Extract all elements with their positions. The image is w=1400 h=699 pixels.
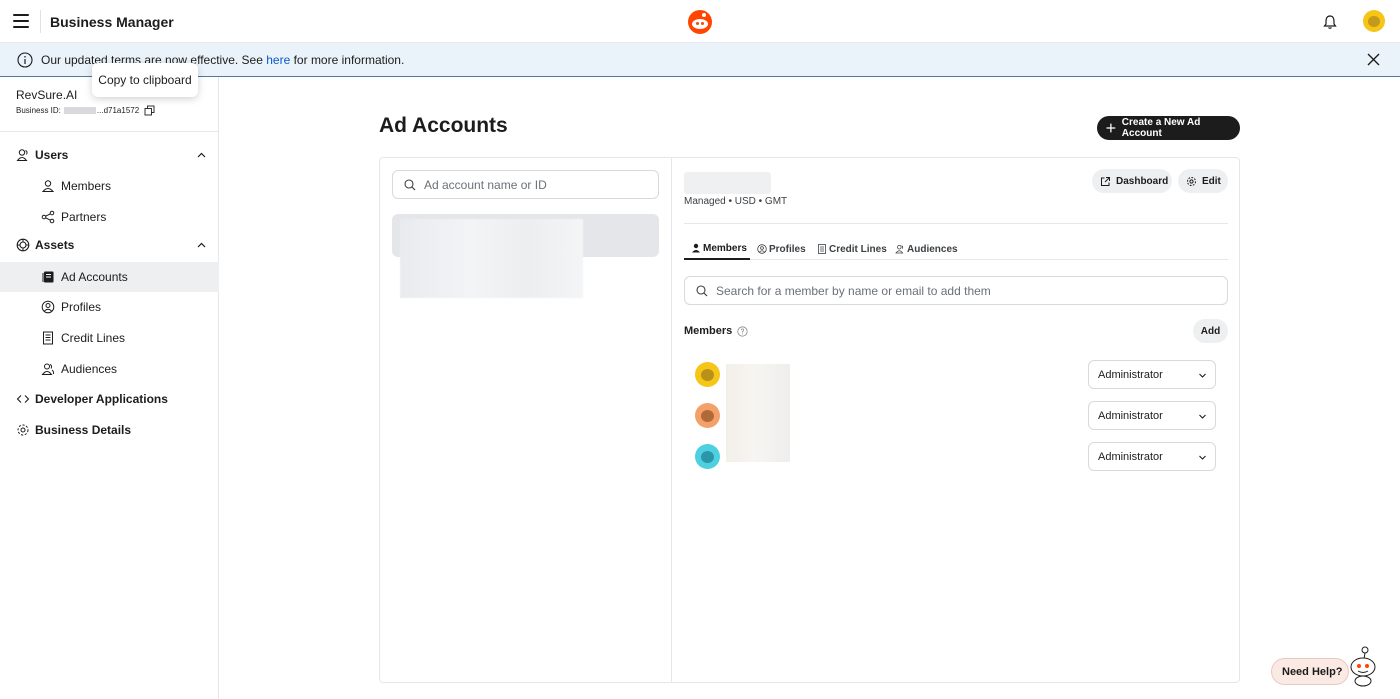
snoo-mascot-icon[interactable]	[1345, 645, 1379, 687]
sidebar-label: Partners	[61, 210, 107, 224]
sidebar-label: Members	[61, 179, 112, 193]
plus-icon	[1106, 123, 1116, 133]
sidebar-label: Assets	[35, 238, 75, 252]
sidebar-section-users[interactable]: Users	[0, 140, 219, 170]
sidebar-section-assets[interactable]: Assets	[0, 230, 219, 260]
sidebar-divider	[0, 131, 219, 132]
sidebar-label: Profiles	[61, 300, 102, 314]
sidebar: RevSure.AI Business ID: ...d71a1572 Users…	[0, 77, 219, 699]
create-ad-account-button[interactable]: Create a New Ad Account	[1097, 116, 1240, 140]
page-title: Ad Accounts	[379, 114, 508, 137]
credit-lines-icon	[43, 331, 53, 345]
close-icon[interactable]	[1366, 52, 1381, 67]
member-search-input[interactable]	[716, 283, 1196, 298]
sidebar-label: Users	[35, 148, 69, 162]
tab-credit-lines[interactable]: Credit Lines	[817, 238, 887, 260]
credit-lines-icon	[818, 244, 826, 254]
share-icon	[41, 210, 55, 224]
role-select[interactable]: Administrator	[1088, 442, 1216, 471]
sidebar-item-members[interactable]: Members	[0, 171, 219, 201]
search-icon	[404, 178, 416, 190]
dashboard-button[interactable]: Dashboard	[1092, 169, 1172, 193]
business-name: RevSure.AI	[16, 88, 78, 102]
terms-banner: Our updated terms are now effective. See…	[0, 43, 1400, 77]
tab-members[interactable]: Members	[684, 238, 750, 260]
gear-icon	[17, 424, 29, 436]
gear-icon	[1187, 176, 1196, 186]
edit-button[interactable]: Edit	[1178, 169, 1228, 193]
chevron-up-icon[interactable]	[196, 240, 207, 251]
sidebar-label: Business Details	[35, 423, 132, 437]
account-meta: Managed • USD • GMT	[684, 196, 788, 207]
external-link-icon	[1101, 176, 1110, 186]
detail-divider	[684, 223, 1228, 224]
notification-bell-icon[interactable]	[1322, 14, 1338, 30]
sidebar-label: Audiences	[61, 362, 118, 376]
add-member-button[interactable]: Add	[1193, 319, 1228, 343]
sidebar-label: Developer Applications	[35, 392, 168, 406]
redacted-member-names	[726, 364, 790, 462]
sidebar-label: Ad Accounts	[61, 270, 128, 284]
audiences-icon	[41, 363, 55, 375]
avatar	[695, 362, 720, 387]
copy-tooltip: Copy to clipboard	[92, 63, 198, 97]
search-icon	[696, 284, 708, 296]
sidebar-item-partners[interactable]: Partners	[0, 202, 219, 232]
users-icon	[16, 149, 28, 161]
chevron-down-icon	[1199, 414, 1206, 419]
help-circle-icon[interactable]	[737, 325, 748, 337]
ad-accounts-icon	[42, 271, 54, 283]
profile-icon	[757, 244, 767, 254]
profile-icon	[41, 300, 55, 314]
sidebar-label: Credit Lines	[61, 331, 126, 345]
avatar	[695, 403, 720, 428]
role-select[interactable]: Administrator	[1088, 401, 1216, 430]
sidebar-item-audiences[interactable]: Audiences	[0, 354, 219, 384]
audiences-icon	[895, 245, 904, 254]
member-search[interactable]	[684, 276, 1228, 305]
top-bar: Business Manager	[0, 0, 1400, 43]
assets-icon	[16, 238, 30, 252]
panel-divider	[671, 158, 672, 682]
avatar	[695, 444, 720, 469]
banner-link[interactable]: here	[266, 53, 290, 67]
chevron-up-icon[interactable]	[196, 150, 207, 161]
reddit-logo-icon[interactable]	[688, 10, 712, 34]
detail-tabs: Members Profiles Credit Lines Audiences	[684, 238, 1228, 260]
app-title: Business Manager	[50, 14, 174, 30]
person-icon	[692, 243, 700, 253]
ad-accounts-panel: Managed • USD • GMT Dashboard Edit Membe…	[379, 157, 1240, 683]
top-bar-divider	[40, 10, 41, 33]
sidebar-item-developer-applications[interactable]: Developer Applications	[0, 384, 219, 414]
info-icon	[17, 52, 33, 68]
sidebar-item-profiles[interactable]: Profiles	[0, 292, 219, 322]
copy-icon[interactable]	[144, 105, 155, 116]
person-icon	[41, 180, 55, 192]
code-icon	[16, 395, 30, 403]
ad-account-search[interactable]	[392, 170, 659, 199]
need-help-button[interactable]: Need Help?	[1271, 658, 1349, 685]
sidebar-item-business-details[interactable]: Business Details	[0, 415, 219, 445]
redacted-account-name	[684, 172, 771, 194]
menu-icon[interactable]	[13, 14, 29, 28]
chevron-down-icon	[1199, 455, 1206, 460]
role-select[interactable]: Administrator	[1088, 360, 1216, 389]
chevron-down-icon	[1199, 373, 1206, 378]
tab-profiles[interactable]: Profiles	[757, 238, 806, 260]
sidebar-item-ad-accounts[interactable]: Ad Accounts	[0, 262, 219, 292]
members-heading: Members	[684, 325, 748, 337]
user-avatar[interactable]	[1363, 10, 1385, 32]
redacted-account-info	[400, 219, 583, 298]
business-id: Business ID: ...d71a1572	[16, 105, 155, 116]
tab-audiences[interactable]: Audiences	[895, 238, 958, 260]
sidebar-item-credit-lines[interactable]: Credit Lines	[0, 323, 219, 353]
ad-account-search-input[interactable]	[424, 177, 644, 192]
